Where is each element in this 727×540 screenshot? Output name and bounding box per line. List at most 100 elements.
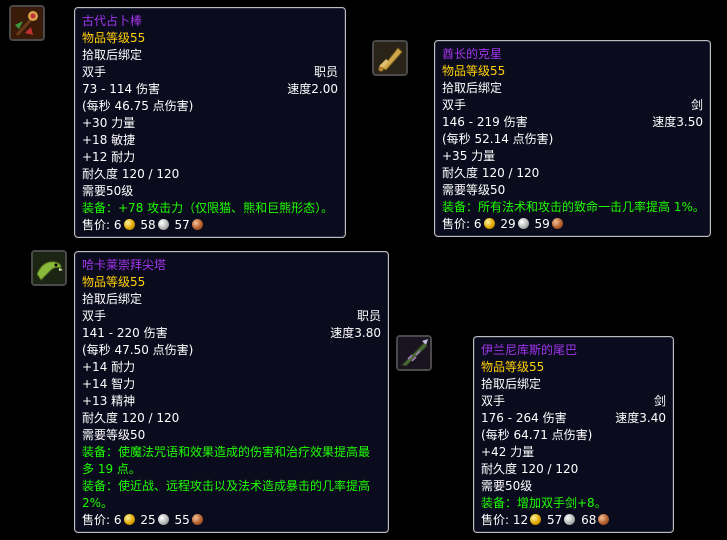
item-equip-effect: 装备：+78 攻击力（仅限猫、熊和巨熊形态）。 (82, 201, 334, 215)
copper-amount: 68 (581, 513, 597, 527)
item-damage: 176 - 264 伤害 (481, 411, 567, 425)
item-type: 剑 (653, 394, 666, 408)
item-binding: 拾取后绑定 (82, 48, 143, 62)
item-damage-row: 176 - 264 伤害 速度3.40 (481, 410, 666, 427)
item-slot-row: 双手 剑 (442, 97, 703, 114)
item-slot-row: 双手 剑 (481, 393, 666, 410)
item-speed: 速度3.50 (652, 115, 703, 129)
item-dps: (每秒 52.14 点伤害) (442, 132, 554, 146)
item-type: 职员 (356, 309, 381, 323)
item-equip-effect: 装备：使近战、远程攻击以及法术造成暴击的几率提高 2%。 (82, 479, 371, 510)
item-stat: +14 智力 (82, 377, 136, 391)
copper-amount: 57 (174, 218, 190, 232)
item-requirement: 需要等级50 (442, 183, 506, 197)
item-durability: 耐久度 120 / 120 (82, 411, 180, 425)
item-stat: +14 耐力 (82, 360, 136, 374)
item-binding: 拾取后绑定 (82, 292, 143, 306)
item-slot: 双手 (442, 98, 467, 112)
serpent-staff-icon[interactable] (31, 250, 67, 286)
gold-coin-icon (483, 218, 495, 229)
item-sell-price: 售价: 12 57 68 (481, 512, 666, 529)
item-level: 物品等级55 (442, 64, 506, 78)
item-name: 伊兰尼库斯的尾巴 (481, 343, 578, 357)
item-slot-row: 双手 职员 (82, 308, 381, 325)
item-damage-row: 73 - 114 伤害 速度2.00 (82, 81, 338, 98)
item-tooltip-hakkari-spire: 哈卡莱崇拜尖塔 物品等级55 拾取后绑定 双手 职员 141 - 220 伤害 … (74, 251, 389, 533)
item-binding: 拾取后绑定 (481, 377, 542, 391)
item-durability: 耐久度 120 / 120 (82, 167, 180, 181)
item-damage: 146 - 219 伤害 (442, 115, 528, 129)
staff-icon[interactable] (9, 5, 45, 41)
silver-amount: 29 (500, 217, 516, 231)
item-equip-effect: 装备：使魔法咒语和效果造成的伤害和治疗效果提高最多 19 点。 (82, 445, 371, 476)
item-dps: (每秒 47.50 点伤害) (82, 343, 194, 357)
item-damage-row: 146 - 219 伤害 速度3.50 (442, 114, 703, 131)
tail-blade-icon[interactable] (396, 335, 432, 371)
item-damage-row: 141 - 220 伤害 速度3.80 (82, 325, 381, 342)
item-type: 剑 (690, 98, 703, 112)
item-tooltip-chiefs-bane: 酋长的克星 物品等级55 拾取后绑定 双手 剑 146 - 219 伤害 速度3… (434, 40, 711, 237)
item-sell-price: 售价: 6 25 55 (82, 512, 381, 529)
item-level: 物品等级55 (481, 360, 545, 374)
item-tooltip-ancient-divining-rod: 古代占卜棒 物品等级55 拾取后绑定 双手 职员 73 - 114 伤害 速度2… (74, 7, 346, 238)
gold-amount: 6 (473, 217, 482, 231)
item-sell-price: 售价: 6 58 57 (82, 217, 338, 234)
sell-label: 售价: (481, 513, 510, 527)
gold-coin-icon (123, 514, 135, 525)
silver-coin-icon (157, 219, 169, 230)
item-damage: 73 - 114 伤害 (82, 82, 160, 96)
item-stat: +12 耐力 (82, 150, 136, 164)
item-requirement: 需要50级 (82, 184, 134, 198)
item-slot: 双手 (82, 65, 107, 79)
item-stat: +30 力量 (82, 116, 136, 130)
item-binding: 拾取后绑定 (442, 81, 503, 95)
item-requirement: 需要50级 (481, 479, 533, 493)
gold-coin-icon (530, 514, 542, 525)
item-speed: 速度3.40 (615, 411, 666, 425)
item-dps: (每秒 64.71 点伤害) (481, 428, 593, 442)
item-equip-effect: 装备：增加双手剑+8。 (481, 496, 607, 510)
item-slot: 双手 (481, 394, 506, 408)
item-level: 物品等级55 (82, 275, 146, 289)
item-level: 物品等级55 (82, 31, 146, 45)
item-damage: 141 - 220 伤害 (82, 326, 168, 340)
copper-coin-icon (598, 514, 610, 525)
silver-coin-icon (517, 218, 529, 229)
item-speed: 速度2.00 (287, 82, 338, 96)
copper-coin-icon (191, 514, 203, 525)
sell-label: 售价: (82, 218, 111, 232)
item-name: 酋长的克星 (442, 47, 503, 61)
sell-label: 售价: (82, 513, 111, 527)
gold-amount: 6 (113, 513, 122, 527)
copper-amount: 55 (174, 513, 190, 527)
item-stat: +35 力量 (442, 149, 496, 163)
item-name: 哈卡莱崇拜尖塔 (82, 258, 167, 272)
item-speed: 速度3.80 (330, 326, 381, 340)
item-stat: +18 敏捷 (82, 133, 136, 147)
copper-coin-icon (191, 219, 203, 230)
item-requirement: 需要等级50 (82, 428, 146, 442)
item-type: 职员 (313, 65, 338, 79)
item-slot: 双手 (82, 309, 107, 323)
item-durability: 耐久度 120 / 120 (481, 462, 579, 476)
item-name: 古代占卜棒 (82, 14, 143, 28)
silver-amount: 57 (546, 513, 563, 527)
silver-amount: 58 (140, 218, 156, 232)
item-tooltip-eranikus-tail: 伊兰尼库斯的尾巴 物品等级55 拾取后绑定 双手 剑 176 - 264 伤害 … (473, 336, 674, 533)
copper-amount: 59 (534, 217, 550, 231)
sword-icon[interactable] (372, 40, 408, 76)
item-slot-row: 双手 职员 (82, 64, 338, 81)
silver-coin-icon (564, 514, 576, 525)
item-equip-effect: 装备：所有法术和攻击的致命一击几率提高 1%。 (442, 200, 705, 214)
item-dps: (每秒 46.75 点伤害) (82, 99, 194, 113)
copper-coin-icon (551, 218, 563, 229)
item-stat: +13 精神 (82, 394, 136, 408)
silver-coin-icon (157, 514, 169, 525)
silver-amount: 25 (140, 513, 156, 527)
item-sell-price: 售价: 6 29 59 (442, 216, 703, 233)
item-durability: 耐久度 120 / 120 (442, 166, 540, 180)
sell-label: 售价: (442, 217, 471, 231)
gold-amount: 12 (512, 513, 529, 527)
gold-amount: 6 (113, 218, 122, 232)
gold-coin-icon (123, 219, 135, 230)
